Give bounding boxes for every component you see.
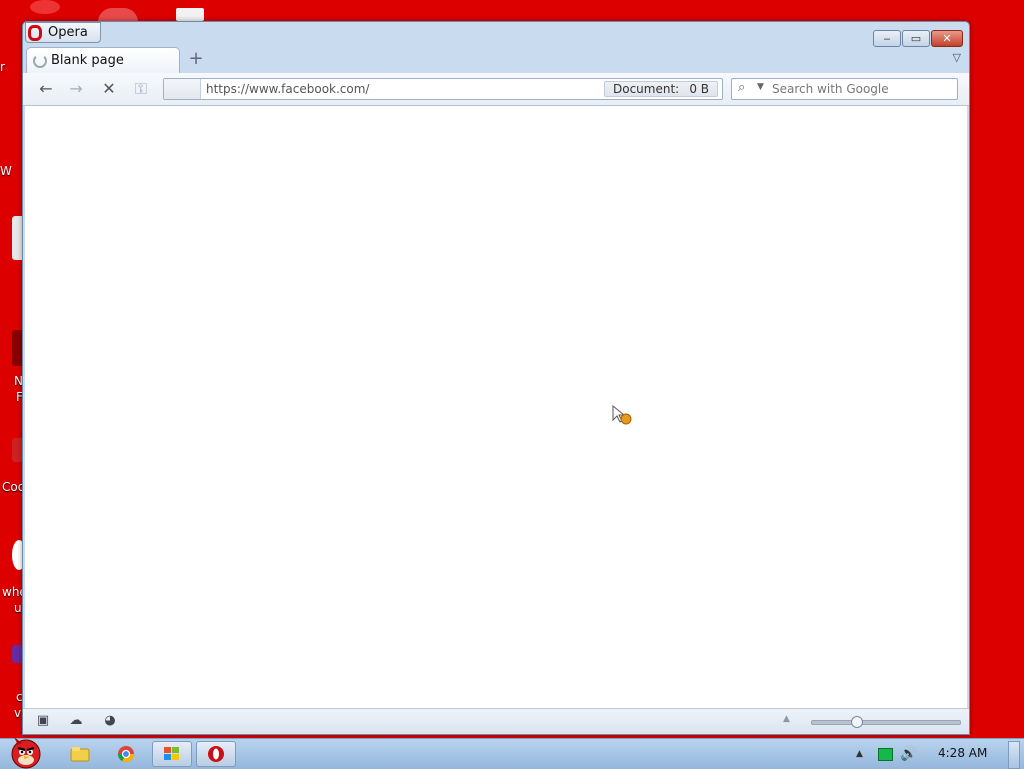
chrome-icon (117, 746, 135, 763)
document-status-label: Document: (613, 82, 680, 96)
forward-button[interactable]: → (65, 79, 87, 99)
document-status-value: 0 B (689, 82, 709, 96)
folder-icon (70, 747, 90, 762)
clock[interactable]: 4:28 AM (938, 746, 987, 760)
address-url[interactable]: https://www.facebook.com/ (206, 82, 369, 96)
browser-window: Opera ‒ ▭ ✕ Blank page + ▽ ← → ✕ ⚿ https… (22, 21, 970, 735)
taskbar: ▲ 🔊 4:28 AM (0, 735, 1024, 769)
opera-menu-label: Opera (48, 25, 88, 40)
zoom-slider[interactable] (811, 716, 961, 728)
opera-unite-cloud-icon[interactable]: ☁ (68, 713, 84, 729)
search-placeholder: Search with Google (772, 82, 889, 96)
key-icon[interactable]: ⚿ (130, 79, 152, 99)
minimize-button[interactable]: ‒ (873, 30, 901, 47)
show-hidden-icons-icon[interactable]: ▲ (856, 749, 863, 759)
desktop-decoration (98, 8, 138, 22)
desktop-decoration (30, 0, 60, 14)
taskbar-opera-button[interactable] (196, 741, 236, 767)
taskbar-chrome-button[interactable] (106, 741, 146, 767)
new-tab-button[interactable]: + (188, 50, 204, 68)
busy-cursor-icon (612, 404, 632, 425)
window-controls: ‒ ▭ ✕ (873, 30, 963, 47)
search-engine-dropdown-icon[interactable]: ▼ (757, 82, 764, 92)
address-bar[interactable]: https://www.facebook.com/ Document: 0 B (163, 78, 723, 100)
opera-menu-button[interactable]: Opera (25, 22, 101, 43)
show-desktop-button[interactable] (1008, 741, 1020, 769)
back-button[interactable]: ← (35, 79, 57, 99)
desktop-icon-label[interactable]: v (14, 706, 21, 720)
desktop-icons-strip: r W N F Coo whe u c v (0, 0, 60, 735)
title-bar[interactable]: Opera ‒ ▭ ✕ (23, 22, 969, 47)
search-icon: ⌕ (738, 80, 746, 95)
close-button[interactable]: ✕ (931, 30, 963, 47)
start-button-angry-bird-icon[interactable] (4, 735, 48, 769)
loading-spinner-icon (33, 53, 47, 68)
panel-toggle-icon[interactable]: ▣ (35, 713, 51, 729)
tab-title: Blank page (51, 53, 124, 68)
site-info-button[interactable] (164, 79, 201, 99)
desktop-icon-label[interactable]: r (0, 60, 5, 74)
tab-menu-icon[interactable]: ▽ (953, 51, 961, 64)
desktop-icon-label[interactable]: u (14, 601, 22, 615)
opera-icon (208, 746, 224, 762)
search-field[interactable]: ⌕ ▼ Search with Google (731, 78, 958, 100)
opera-logo-icon (28, 24, 42, 41)
system-tray: ▲ 🔊 4:28 AM (854, 739, 1024, 769)
maximize-button[interactable]: ▭ (902, 30, 930, 47)
stop-button[interactable]: ✕ (98, 79, 120, 99)
navigation-toolbar: ← → ✕ ⚿ https://www.facebook.com/ Docume… (23, 73, 969, 106)
zoom-menu-icon[interactable]: ▲ (783, 714, 790, 724)
windows-logo-icon (164, 747, 179, 760)
desktop-decoration (176, 8, 204, 21)
volume-icon[interactable]: 🔊 (900, 746, 917, 762)
tab-strip: Blank page + ▽ (23, 47, 969, 73)
opera-turbo-icon[interactable]: ◕ (102, 713, 118, 729)
zoom-slider-handle[interactable] (850, 716, 863, 728)
page-content[interactable] (25, 106, 967, 708)
taskbar-explorer-button[interactable] (60, 741, 100, 767)
document-size-status: Document: 0 B (604, 81, 718, 97)
desktop-icon-label[interactable]: W (0, 164, 12, 178)
tab-blank-page[interactable]: Blank page (26, 47, 180, 73)
network-icon[interactable] (878, 748, 893, 761)
taskbar-windows-button[interactable] (152, 741, 192, 767)
status-bar: ▣ ☁ ◕ ▲ (23, 708, 969, 734)
